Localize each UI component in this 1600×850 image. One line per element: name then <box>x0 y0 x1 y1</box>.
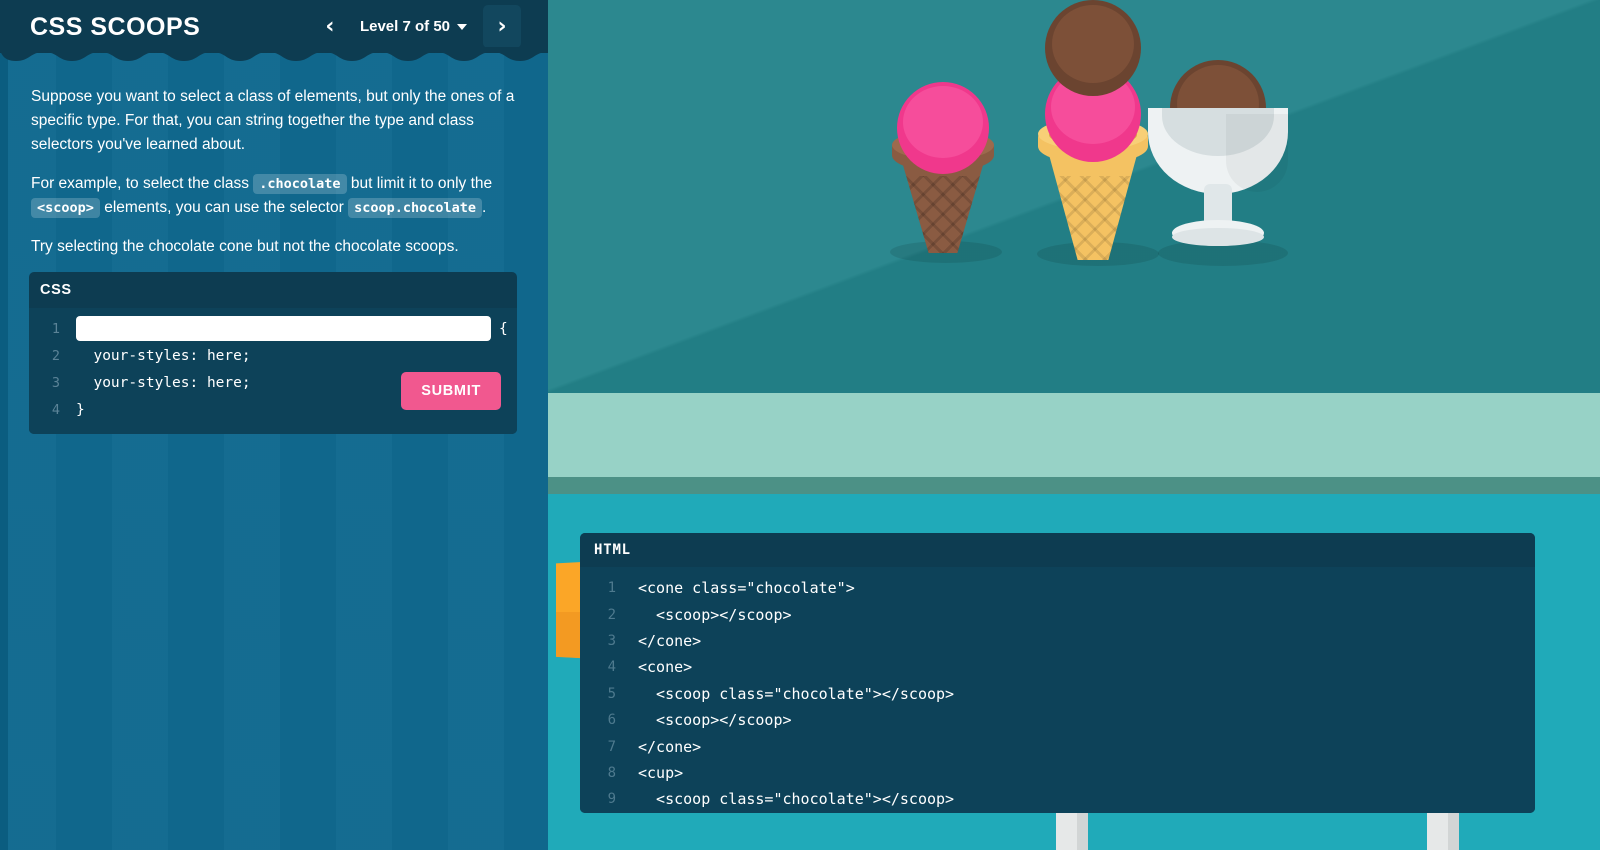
css-editor-line-text: your-styles: here; <box>76 348 251 364</box>
line-number: 4 <box>29 402 60 418</box>
cup-bowl-shading <box>1226 114 1288 192</box>
css-editor-line-1: 1 { <box>29 315 517 342</box>
css-editor-line-text: } <box>76 402 85 418</box>
instructions-panel: Suppose you want to select a class of el… <box>31 85 518 259</box>
scoop-chocolate-highlight <box>1052 5 1134 83</box>
instruction-text: elements, you can use the selector <box>104 199 344 216</box>
line-number: 9 <box>580 791 616 807</box>
html-panel-title: HTML <box>580 533 1535 567</box>
next-level-button[interactable]: › <box>483 5 521 48</box>
html-line: 4 <cone> <box>580 654 1535 680</box>
html-line-text: <cone class="chocolate"> <box>638 579 855 597</box>
html-line: 6 <scoop></scoop> <box>580 707 1535 733</box>
waffle-texture <box>898 176 988 253</box>
scoop-pink-highlight <box>903 86 983 158</box>
html-line-text: </cone> <box>638 738 701 756</box>
inline-code-scoop-chocolate-selector: scoop.chocolate <box>348 198 482 218</box>
inline-code-scoop-element: <scoop> <box>31 198 100 218</box>
sidebar: CSS SCOOPS ‹ Level 7 of 50 › Suppose you <box>0 0 548 850</box>
html-panel: HTML 1 <cone class="chocolate"> 2 <scoop>… <box>580 533 1535 813</box>
html-line-text: <cone> <box>638 658 692 676</box>
html-line: 1 <cone class="chocolate"> <box>580 575 1535 601</box>
open-brace: { <box>499 321 508 337</box>
instruction-text: For example, to select the class <box>31 175 249 192</box>
submit-button[interactable]: SUBMIT <box>401 372 501 410</box>
scene-counter-surface <box>548 393 1600 477</box>
html-line-text: <scoop></scoop> <box>638 711 792 729</box>
html-line-text: <scoop></scoop> <box>638 606 792 624</box>
inline-code-chocolate-class: .chocolate <box>253 174 346 194</box>
html-line: 9 <scoop class="chocolate"></scoop> <box>580 786 1535 812</box>
css-editor-line-2: 2 your-styles: here; <box>29 342 517 369</box>
dessert-chocolate-cone <box>878 60 1008 280</box>
line-number: 8 <box>580 765 616 781</box>
app-root: CSS SCOOPS ‹ Level 7 of 50 › Suppose you <box>0 0 1600 850</box>
app-header: CSS SCOOPS ‹ Level 7 of 50 › <box>0 0 548 53</box>
line-number: 7 <box>580 739 616 755</box>
header-wave-divider <box>0 47 548 63</box>
chevron-down-icon <box>457 24 467 30</box>
instruction-paragraph-1: Suppose you want to select a class of el… <box>31 85 518 157</box>
css-selector-input[interactable] <box>76 316 491 341</box>
chevron-right-icon: › <box>497 16 506 38</box>
html-line: 3 </cone> <box>580 628 1535 654</box>
css-editor-title: CSS <box>29 272 517 308</box>
level-selector-dropdown[interactable]: Level 7 of 50 <box>350 18 477 35</box>
html-line: 5 <scoop class="chocolate"></scoop> <box>580 681 1535 707</box>
previous-level-button[interactable]: ‹ <box>310 0 350 53</box>
instruction-task: Try selecting the chocolate cone but not… <box>31 235 518 259</box>
html-panel-body: 1 <cone class="chocolate"> 2 <scoop></sco… <box>580 567 1535 813</box>
line-number: 3 <box>29 375 60 391</box>
line-number: 3 <box>580 633 616 649</box>
html-line-text: <scoop class="chocolate"></scoop> <box>638 790 954 808</box>
level-selector-label: Level 7 of 50 <box>360 18 450 35</box>
dessert-cup <box>1138 60 1298 280</box>
line-number: 1 <box>580 580 616 596</box>
instruction-text: but limit it to only the <box>351 175 492 192</box>
chevron-left-icon: ‹ <box>325 16 334 38</box>
cup-base-shading <box>1172 228 1264 246</box>
scene-counter-edge <box>548 477 1600 494</box>
instruction-paragraph-2: For example, to select the class .chocol… <box>31 172 518 220</box>
line-number: 2 <box>29 348 60 364</box>
css-editor-card: CSS 1 { 2 your-styles: here; 3 your-styl… <box>29 272 517 434</box>
level-navigation: ‹ Level 7 of 50 › <box>310 0 521 53</box>
line-number: 2 <box>580 607 616 623</box>
line-number: 6 <box>580 712 616 728</box>
html-line: 7 </cone> <box>580 733 1535 759</box>
css-editor-line-text: your-styles: here; <box>76 375 251 391</box>
instruction-period: . <box>482 199 486 216</box>
html-line-text: <scoop class="chocolate"></scoop> <box>638 685 954 703</box>
html-line: 8 <cup> <box>580 760 1535 786</box>
line-number: 1 <box>29 321 60 337</box>
html-line-text: </cone> <box>638 632 701 650</box>
line-number: 4 <box>580 659 616 675</box>
sidebar-left-edge <box>0 0 8 850</box>
css-editor-body: 1 { 2 your-styles: here; 3 your-styles: … <box>29 308 517 434</box>
line-number: 5 <box>580 686 616 702</box>
html-line: 2 <scoop></scoop> <box>580 601 1535 627</box>
html-line-text: <cup> <box>638 764 683 782</box>
app-title: CSS SCOOPS <box>30 13 200 42</box>
